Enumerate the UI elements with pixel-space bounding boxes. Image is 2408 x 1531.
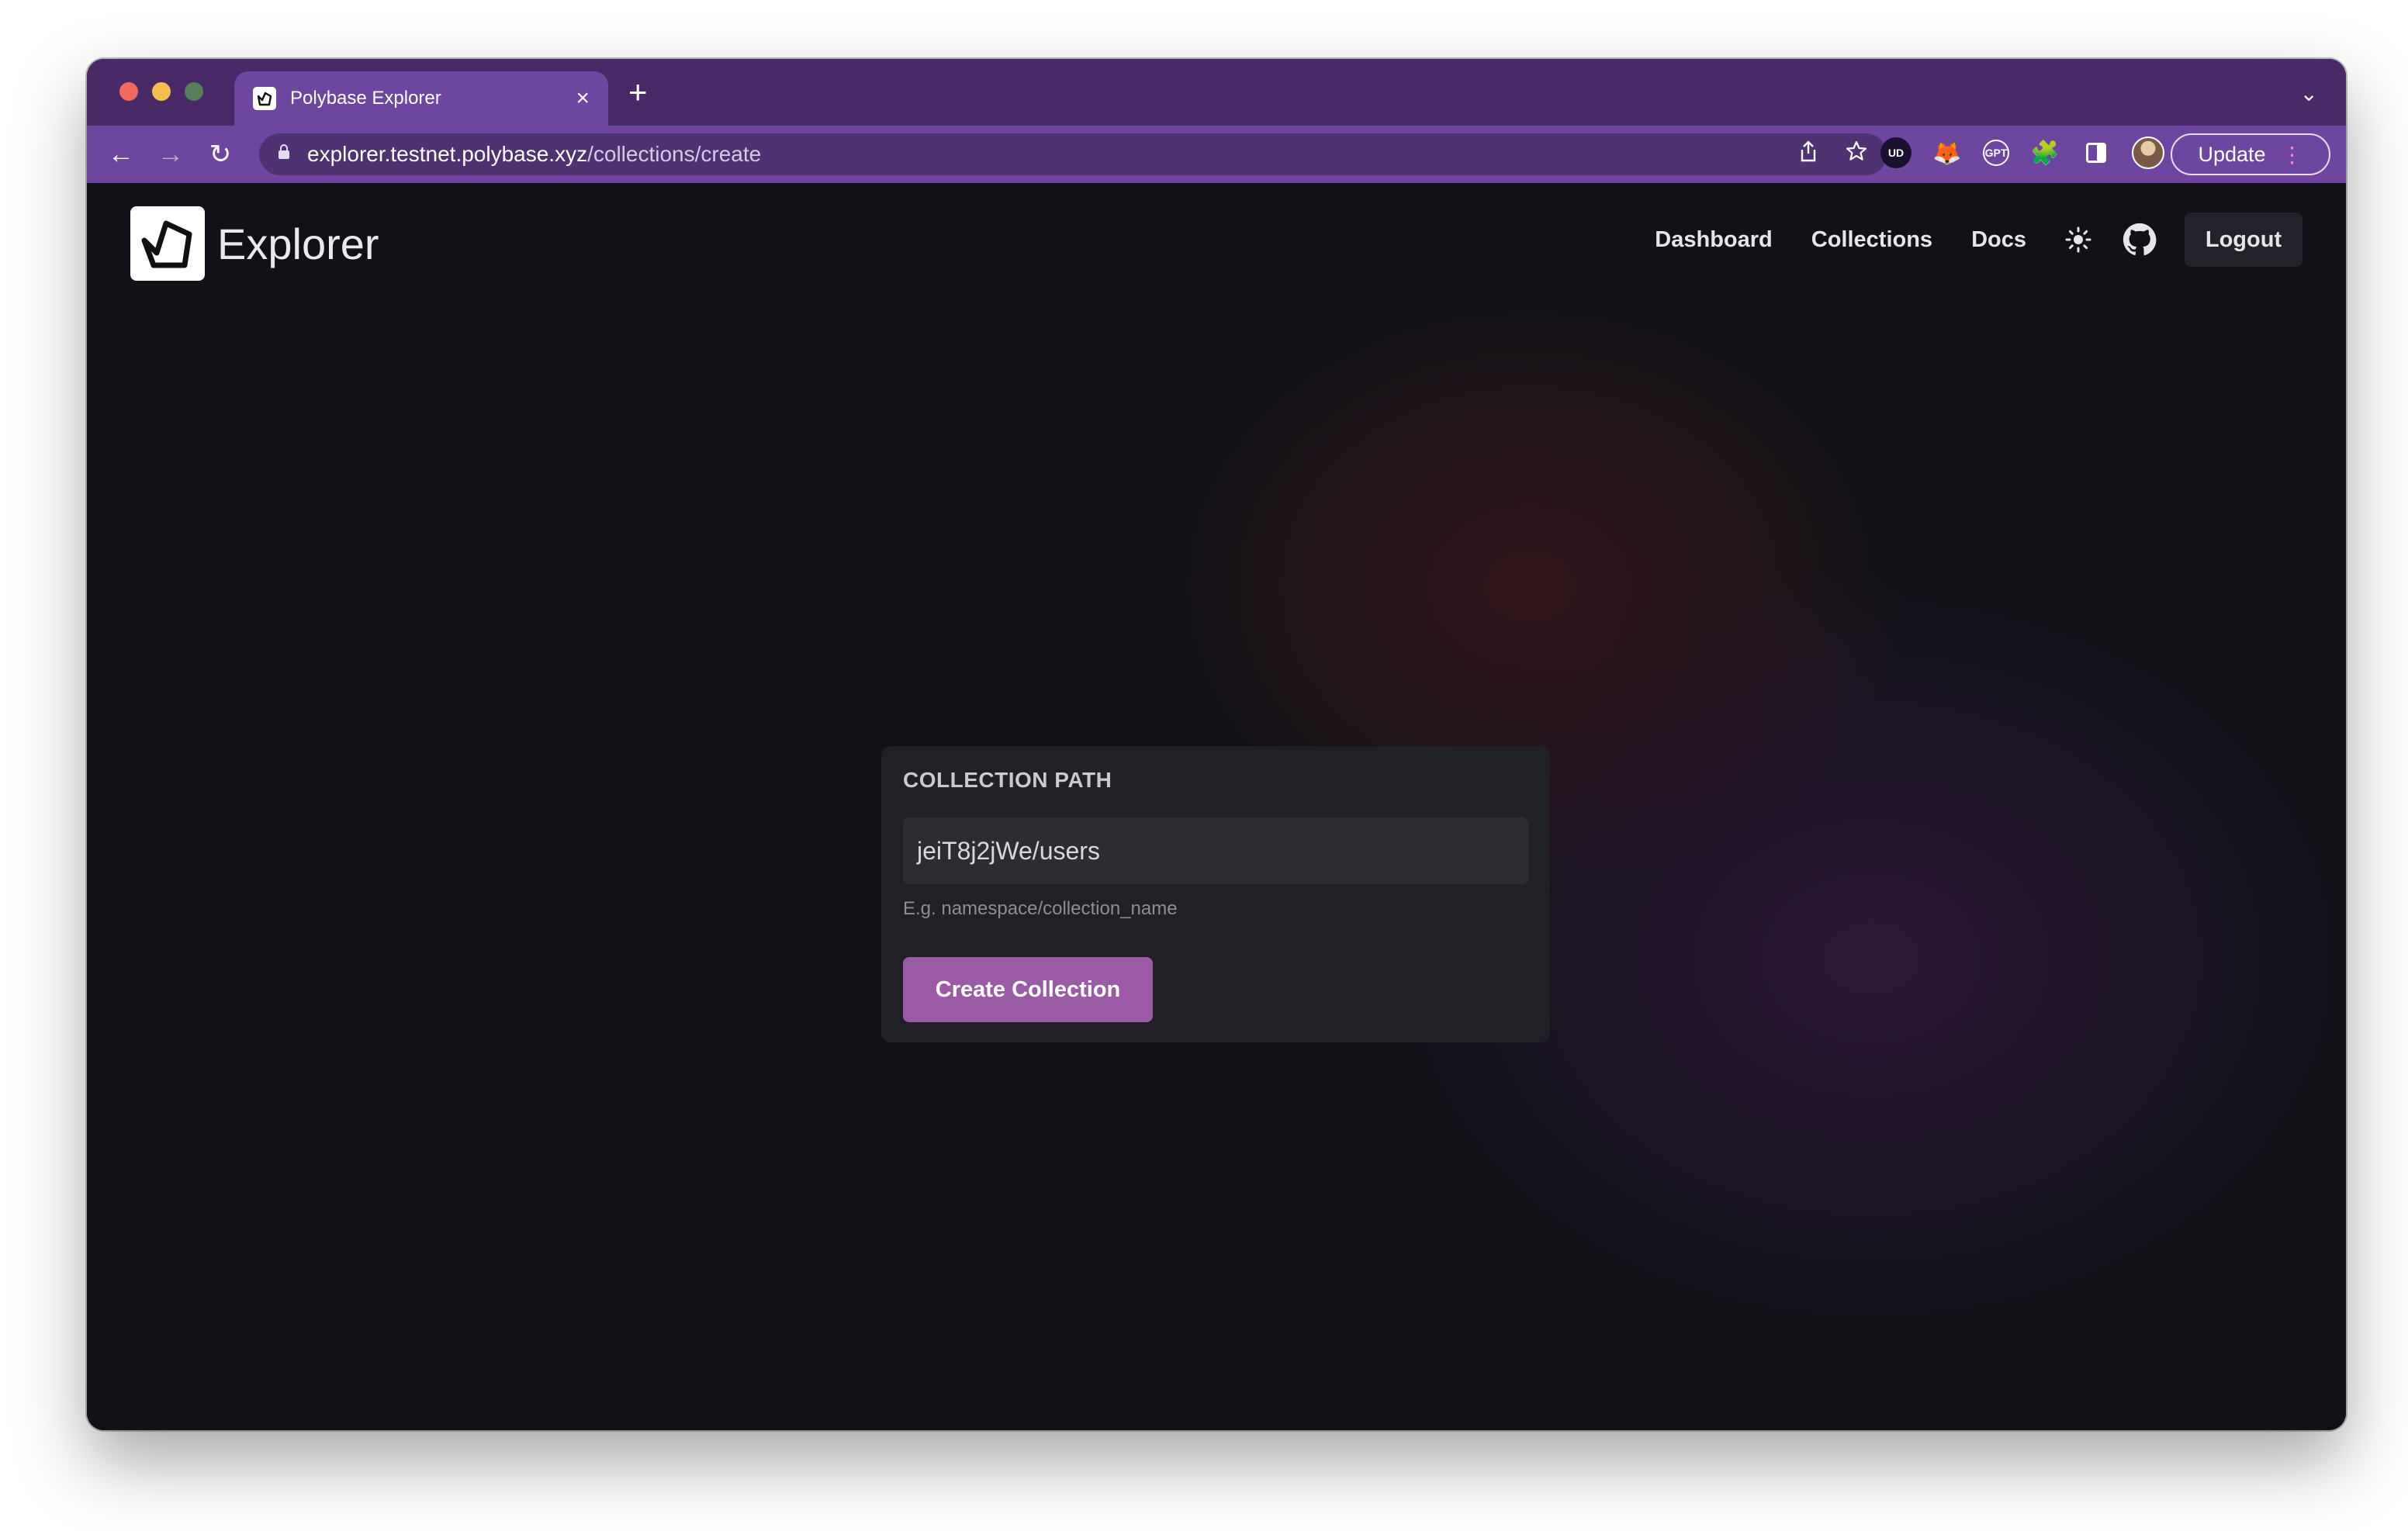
- metamask-fox-icon[interactable]: 🦊: [1932, 137, 1963, 168]
- theme-toggle-sun-icon[interactable]: [2065, 226, 2091, 253]
- tab-title: Polybase Explorer: [290, 88, 441, 109]
- github-icon[interactable]: [2123, 223, 2157, 257]
- nav-collections-link[interactable]: Collections: [1811, 227, 1932, 253]
- update-label: Update: [2198, 142, 2266, 166]
- close-window-button[interactable]: [119, 82, 138, 101]
- page-content: Explorer Dashboard Collections Docs Logo…: [87, 183, 2346, 1430]
- side-panel-icon[interactable]: [2081, 137, 2112, 168]
- update-button[interactable]: Update ⋮: [2171, 133, 2330, 175]
- share-icon[interactable]: [1798, 140, 1818, 169]
- extension-icons: UD 🦊 GPT 🧩: [1880, 137, 2164, 169]
- ud-extension-icon[interactable]: UD: [1880, 137, 1912, 168]
- nav-docs-link[interactable]: Docs: [1971, 227, 2026, 253]
- gpt-extension-icon[interactable]: GPT: [1983, 140, 2009, 166]
- top-navigation: Dashboard Collections Docs Logout: [1655, 213, 2302, 267]
- url-host: explorer.testnet.polybase.xyz: [307, 142, 588, 166]
- window-controls: [119, 82, 203, 101]
- url-text[interactable]: explorer.testnet.polybase.xyz/collection…: [307, 142, 761, 167]
- minimize-window-button[interactable]: [152, 82, 171, 101]
- collection-path-input[interactable]: jeiT8j2jWe/users: [903, 817, 1528, 884]
- extensions-puzzle-icon[interactable]: 🧩: [2029, 137, 2060, 168]
- browser-menu-icon[interactable]: ⋮: [2282, 142, 2303, 168]
- browser-window: Polybase Explorer × + ⌄ ← → ↻ explorer.t…: [87, 59, 2346, 1430]
- address-bar[interactable]: explorer.testnet.polybase.xyz/collection…: [259, 133, 1887, 175]
- site-logo[interactable]: Explorer: [130, 206, 379, 281]
- back-button[interactable]: ←: [96, 141, 146, 168]
- create-collection-button[interactable]: Create Collection: [903, 957, 1153, 1022]
- zoom-window-button[interactable]: [185, 82, 203, 101]
- create-collection-card: COLLECTION PATH jeiT8j2jWe/users E.g. na…: [881, 746, 1550, 1042]
- reload-button[interactable]: ↻: [195, 141, 245, 168]
- star-icon[interactable]: [1845, 140, 1868, 169]
- polybase-crown-logo-icon: [130, 206, 205, 281]
- url-path: /collections/create: [587, 142, 762, 166]
- tab-close-icon[interactable]: ×: [576, 87, 590, 110]
- polybase-favicon-icon: [253, 87, 276, 110]
- collection-path-label: COLLECTION PATH: [903, 768, 1112, 792]
- logout-button[interactable]: Logout: [2185, 213, 2302, 267]
- browser-tab-active[interactable]: Polybase Explorer ×: [234, 71, 608, 126]
- profile-avatar[interactable]: [2132, 137, 2164, 169]
- nav-dashboard-link[interactable]: Dashboard: [1655, 227, 1772, 253]
- forward-button[interactable]: →: [146, 141, 195, 168]
- new-tab-button[interactable]: +: [628, 76, 648, 109]
- lock-icon[interactable]: [278, 144, 290, 164]
- logo-text: Explorer: [217, 219, 379, 268]
- tab-search-chevron-icon[interactable]: ⌄: [2300, 81, 2318, 106]
- browser-toolbar: ← → ↻ explorer.testnet.polybase.xyz/coll…: [87, 126, 2346, 183]
- tab-strip: Polybase Explorer × + ⌄: [87, 59, 2346, 126]
- collection-path-hint: E.g. namespace/collection_name: [903, 898, 1178, 919]
